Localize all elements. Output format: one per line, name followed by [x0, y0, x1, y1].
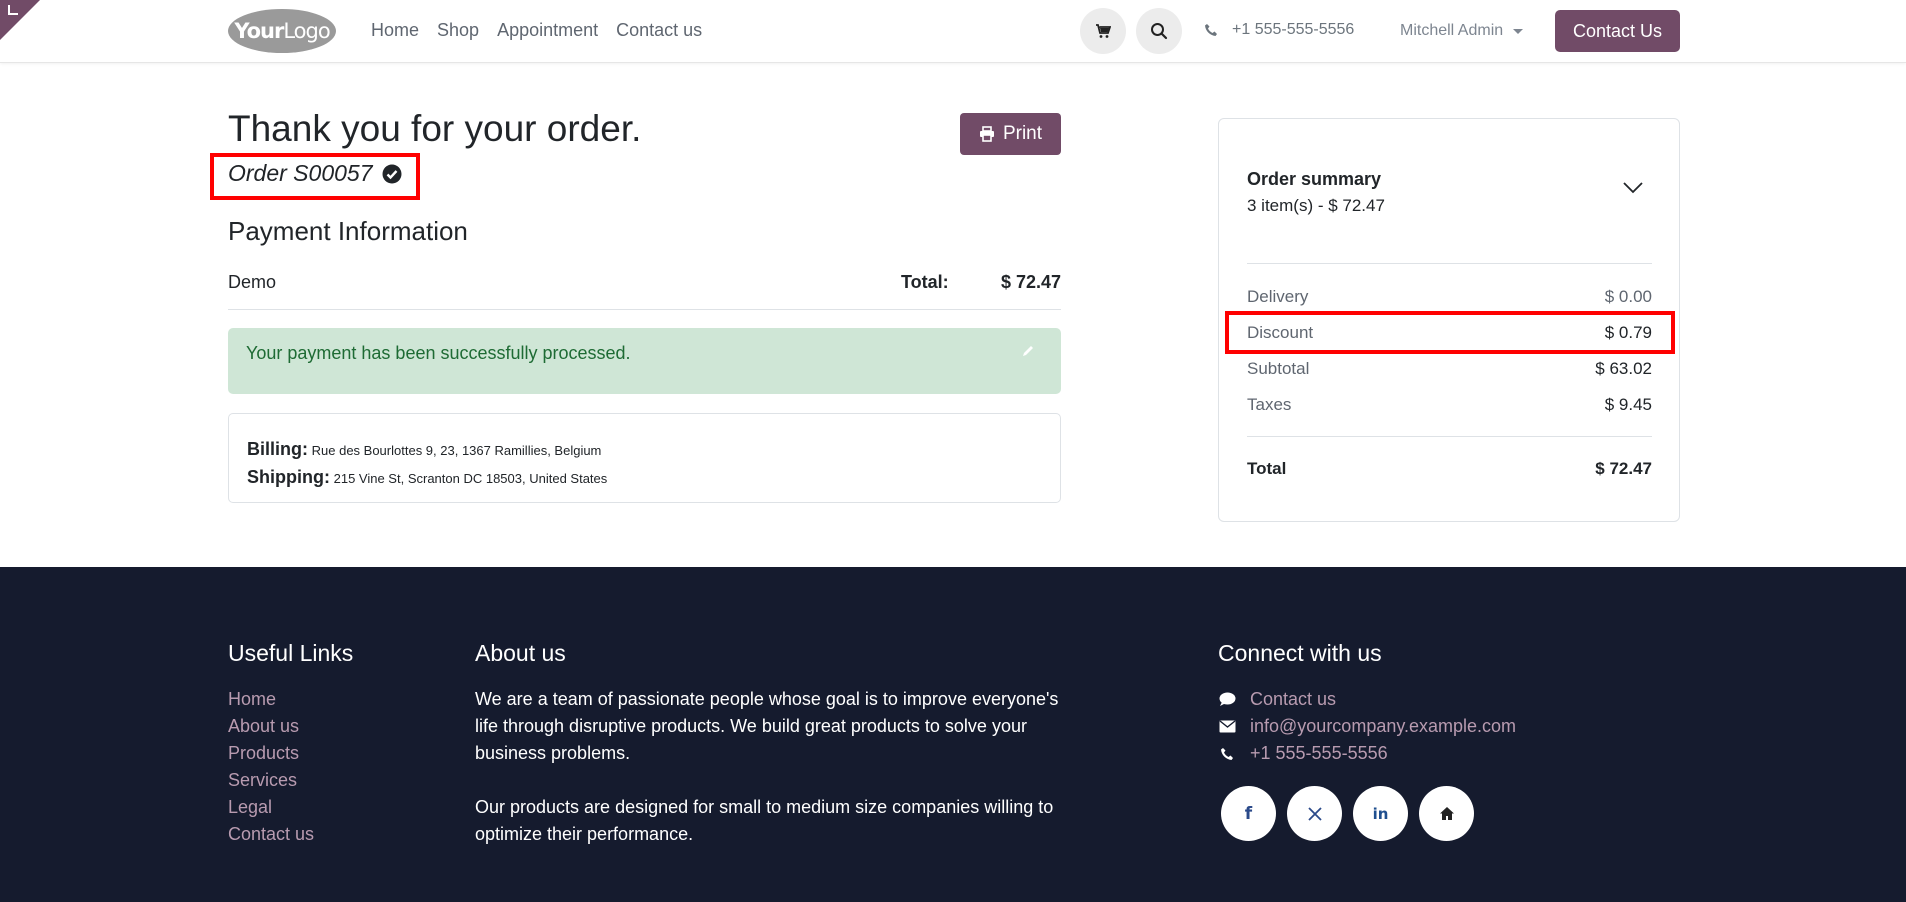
nav-shop[interactable]: Shop — [437, 20, 479, 41]
summary-row-total: Total $ 72.47 — [1247, 459, 1652, 479]
discount-highlight — [1225, 311, 1675, 354]
summary-row-value: $ 9.45 — [1604, 395, 1652, 414]
footer-link-about[interactable]: About us — [228, 713, 314, 740]
useful-links-list: Home About us Products Services Legal Co… — [228, 686, 314, 848]
footer-link-contact[interactable]: Contact us — [228, 821, 314, 848]
payment-method: Demo — [228, 272, 277, 292]
cart-icon — [1096, 24, 1111, 38]
shipping-line: Shipping: 215 Vine St, Scranton DC 18503… — [247, 464, 1042, 492]
logo-text-bold: Your — [234, 19, 284, 43]
footer-link-legal[interactable]: Legal — [228, 794, 314, 821]
summary-total-label: Total — [1247, 459, 1287, 478]
connect-phone-label: +1 555-555-5556 — [1250, 743, 1388, 763]
home-icon — [1439, 807, 1454, 820]
header-phone-number: +1 555-555-5556 — [1232, 21, 1355, 38]
print-button-label: Print — [1002, 123, 1043, 144]
phone-icon — [1221, 747, 1233, 760]
address-card: Billing: Rue des Bourlottes 9, 23, 1367 … — [228, 413, 1061, 503]
print-button[interactable]: Print — [960, 113, 1061, 155]
search-button[interactable] — [1136, 8, 1182, 54]
summary-row-taxes: Taxes $ 9.45 — [1247, 395, 1652, 415]
user-name: Mitchell Admin — [1400, 22, 1504, 39]
cart-button[interactable] — [1080, 8, 1126, 54]
facebook-icon: f — [1244, 803, 1253, 824]
connect-contact-us-label: Contact us — [1250, 689, 1337, 709]
contact-us-button[interactable]: Contact Us — [1555, 10, 1680, 52]
about-heading: About us — [475, 640, 566, 666]
main-nav: Home Shop Appointment Contact us — [371, 20, 702, 41]
payment-row: Demo Total: $ 72.47 — [228, 272, 1061, 293]
footer-link-products[interactable]: Products — [228, 740, 314, 767]
connect-phone[interactable]: +1 555-555-5556 — [1218, 740, 1516, 767]
order-summary-subtitle: 3 item(s) - $ 72.47 — [1247, 196, 1385, 215]
order-reference-highlight — [210, 153, 420, 200]
envelope-icon — [1219, 720, 1235, 733]
nav-contact-us[interactable]: Contact us — [616, 20, 702, 41]
connect-list: Contact us info@yourcompany.example.com … — [1218, 686, 1516, 767]
billing-line: Billing: Rue des Bourlottes 9, 23, 1367 … — [247, 436, 1042, 464]
page-title: Thank you for your order. — [228, 108, 642, 149]
phone-icon — [1205, 24, 1217, 36]
alert-message: Your payment has been successfully proce… — [246, 343, 631, 363]
pencil-icon[interactable] — [1021, 344, 1035, 358]
payment-total-label: Total: — [901, 272, 949, 292]
user-menu[interactable]: Mitchell Admin — [1400, 22, 1524, 40]
logo-text-light: Logo — [283, 19, 330, 43]
facebook-button[interactable]: f — [1221, 786, 1276, 841]
home-button[interactable] — [1419, 786, 1474, 841]
summary-row-label: Subtotal — [1247, 359, 1310, 378]
printer-icon — [979, 126, 994, 142]
header-phone[interactable]: +1 555-555-5556 — [1204, 21, 1354, 39]
company-logo[interactable]: Your Logo — [228, 9, 336, 53]
summary-row-subtotal: Subtotal $ 63.02 — [1247, 359, 1652, 379]
summary-row-delivery: Delivery $ 0.00 — [1247, 287, 1652, 307]
summary-row-label: Taxes — [1247, 395, 1292, 414]
footer: Useful Links About us Connect with us Ho… — [0, 567, 1906, 902]
summary-total-value: $ 72.47 — [1595, 459, 1652, 478]
about-paragraph-1: We are a team of passionate people whose… — [475, 689, 1059, 763]
shipping-address: 215 Vine St, Scranton DC 18503, United S… — [333, 471, 608, 486]
connect-heading: Connect with us — [1218, 640, 1382, 666]
summary-divider — [1247, 263, 1652, 264]
payment-total-value: $ 72.47 — [1000, 272, 1061, 292]
connect-email-label: info@yourcompany.example.com — [1250, 716, 1517, 736]
order-summary-title: Order summary — [1247, 169, 1382, 189]
nav-appointment[interactable]: Appointment — [497, 20, 598, 41]
billing-address: Rue des Bourlottes 9, 23, 1367 Ramillies… — [311, 443, 602, 458]
connect-email[interactable]: info@yourcompany.example.com — [1218, 713, 1516, 740]
billing-label: Billing: — [247, 439, 308, 459]
x-twitter-icon — [1307, 806, 1322, 821]
summary-divider — [1247, 436, 1652, 437]
connect-contact-us[interactable]: Contact us — [1218, 686, 1516, 713]
about-text: We are a team of passionate people whose… — [475, 686, 1075, 848]
chevron-down-icon — [1513, 28, 1524, 34]
footer-link-services[interactable]: Services — [228, 767, 314, 794]
about-paragraph-2: Our products are designed for small to m… — [475, 797, 1054, 844]
search-icon — [1151, 23, 1168, 40]
footer-link-home[interactable]: Home — [228, 686, 314, 713]
shipping-label: Shipping: — [247, 467, 330, 487]
linkedin-button[interactable]: in — [1353, 786, 1408, 841]
summary-row-value: $ 63.02 — [1595, 359, 1652, 378]
corner-mark-icon — [8, 5, 18, 15]
chevron-down-icon[interactable] — [1623, 182, 1643, 194]
top-navbar: Your Logo Home Shop Appointment Contact u… — [0, 0, 1906, 63]
editor-corner-badge[interactable] — [0, 0, 40, 40]
useful-links-heading: Useful Links — [228, 640, 354, 666]
payment-success-alert: Your payment has been successfully proce… — [228, 328, 1061, 394]
linkedin-icon: in — [1372, 804, 1389, 823]
nav-home[interactable]: Home — [371, 20, 419, 41]
summary-row-label: Delivery — [1247, 287, 1309, 306]
divider — [228, 309, 1061, 310]
payment-info-heading: Payment Information — [228, 216, 468, 246]
x-twitter-button[interactable] — [1287, 786, 1342, 841]
summary-row-value: $ 0.00 — [1604, 287, 1652, 306]
chat-icon — [1219, 692, 1235, 706]
